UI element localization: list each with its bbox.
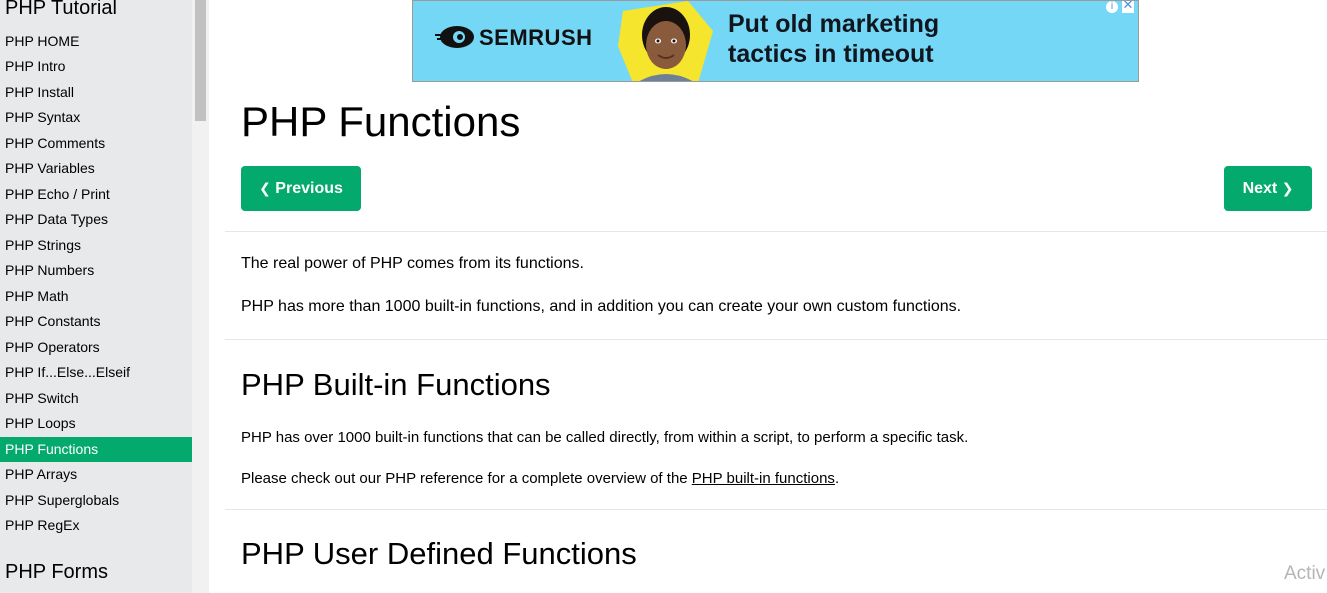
previous-button[interactable]: ❮ Previous: [241, 166, 361, 211]
sidebar-item-install[interactable]: PHP Install: [0, 80, 192, 105]
sidebar-item-echo-print[interactable]: PHP Echo / Print: [0, 182, 192, 207]
builtin-paragraph-2-end: .: [834, 470, 840, 487]
ad-headline-line1: Put old marketing: [728, 10, 940, 38]
sidebar-section-title: PHP Tutorial: [5, 0, 117, 19]
sidebar-item-comments[interactable]: PHP Comments: [0, 131, 192, 156]
sidebar-item-numbers[interactable]: PHP Numbers: [0, 258, 192, 283]
sidebar-item-home[interactable]: PHP HOME: [0, 29, 192, 54]
sidebar-item-functions[interactable]: PHP Functions: [0, 437, 192, 462]
previous-button-label: Previous: [275, 180, 343, 197]
sidebar-item-operators[interactable]: PHP Operators: [0, 335, 192, 360]
chevron-left-icon: ❮: [259, 181, 271, 197]
ad-close-icon[interactable]: ✕: [1122, 1, 1134, 13]
sidebar-item-switch[interactable]: PHP Switch: [0, 386, 192, 411]
sidebar-item-syntax[interactable]: PHP Syntax: [0, 105, 192, 130]
windows-activation-watermark: Activ: [1284, 563, 1326, 584]
sidebar-item-strings[interactable]: PHP Strings: [0, 233, 192, 258]
builtin-functions-heading: PHP Built-in Functions: [241, 367, 551, 402]
sidebar-item-math[interactable]: PHP Math: [0, 284, 192, 309]
next-button[interactable]: Next ❯: [1224, 166, 1312, 211]
sidebar-item-constants[interactable]: PHP Constants: [0, 309, 192, 334]
builtin-paragraph-2: Please check out our PHP reference for a…: [241, 470, 839, 487]
ad-brand: SEMRUSH: [479, 25, 593, 50]
main-content: SEMRUSH Put old marketing tactics in tim…: [209, 0, 1327, 593]
ad-banner[interactable]: SEMRUSH Put old marketing tactics in tim…: [412, 0, 1139, 82]
next-button-label: Next: [1242, 180, 1278, 197]
user-defined-functions-heading: PHP User Defined Functions: [241, 536, 637, 571]
builtin-paragraph-1: PHP has over 1000 built-in functions tha…: [241, 429, 969, 446]
page-title: PHP Functions: [241, 98, 521, 145]
ad-child-photo: [618, 1, 713, 81]
sidebar-item-variables[interactable]: PHP Variables: [0, 156, 192, 181]
divider: [225, 509, 1327, 510]
sidebar-item-if-else[interactable]: PHP If...Else...Elseif: [0, 360, 192, 385]
divider: [225, 231, 1327, 232]
intro-paragraph-1: The real power of PHP comes from its fun…: [241, 255, 584, 272]
intro-paragraph-2: PHP has more than 1000 built-in function…: [241, 298, 962, 315]
sidebar-item-regex[interactable]: PHP RegEx: [0, 513, 192, 538]
sidebar-nav: PHP Tutorial PHP HOME PHP Intro PHP Inst…: [0, 0, 192, 593]
ad-headline: Put old marketing tactics in timeout: [728, 9, 939, 69]
builtin-functions-link[interactable]: PHP built-in functions: [692, 470, 835, 487]
builtin-paragraph-2-text: Please check out our PHP reference for a…: [241, 470, 692, 487]
sidebar-scrollbar-thumb[interactable]: [195, 0, 206, 121]
chevron-right-icon: ❯: [1281, 181, 1294, 197]
sidebar-scrollbar[interactable]: [192, 0, 209, 593]
sidebar-section-forms: PHP Forms: [5, 561, 108, 583]
sidebar-item-superglobals[interactable]: PHP Superglobals: [0, 488, 192, 513]
sidebar-item-data-types[interactable]: PHP Data Types: [0, 207, 192, 232]
sidebar-item-loops[interactable]: PHP Loops: [0, 411, 192, 436]
sidebar-item-intro[interactable]: PHP Intro: [0, 54, 192, 79]
ad-headline-line2: tactics in timeout: [728, 40, 934, 68]
semrush-logo-icon: [435, 26, 474, 48]
divider: [225, 339, 1327, 340]
ad-info-icon[interactable]: i: [1106, 1, 1118, 13]
sidebar-item-arrays[interactable]: PHP Arrays: [0, 462, 192, 487]
